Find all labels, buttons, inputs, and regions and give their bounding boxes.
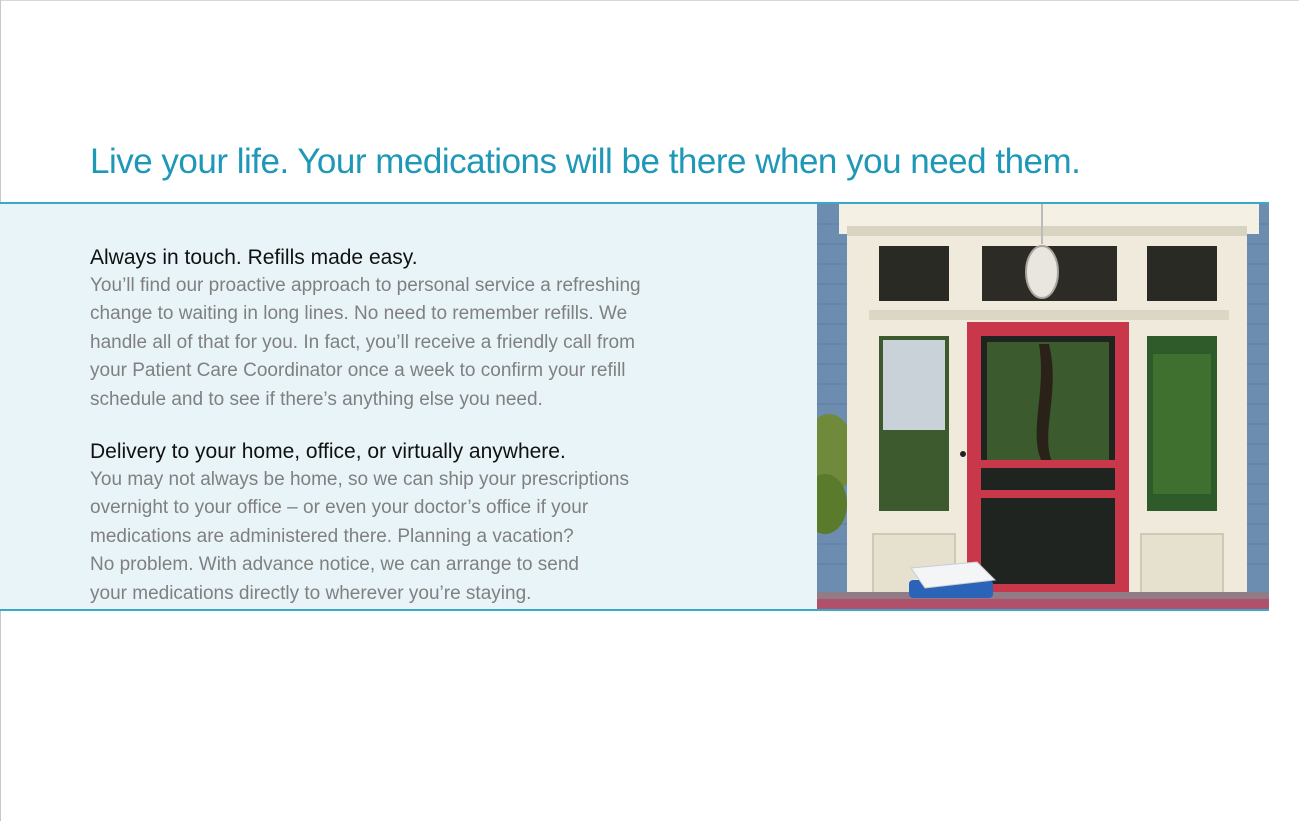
section-line: schedule and to see if there’s anything …	[90, 388, 543, 410]
section-line: You may not always be home, so we can sh…	[90, 469, 629, 491]
section-title: Delivery to your home, office, or virtua…	[90, 440, 566, 464]
text-column: Always in touch. Refills made easy. You’…	[90, 244, 810, 608]
section-line: change to waiting in long lines. No need…	[90, 303, 628, 325]
porch-door-photo	[817, 204, 1269, 609]
section-line: medications are administered there. Plan…	[90, 525, 574, 547]
section-line: overnight to your office – or even your …	[90, 497, 589, 519]
section-line: You’ll find our proactive approach to pe…	[90, 275, 641, 296]
section-line: your Patient Care Coordinator once a wee…	[90, 360, 626, 382]
section-title: Always in touch. Refills made easy.	[90, 246, 418, 269]
headline: Live your life. Your medications will be…	[90, 142, 1081, 181]
page-border-top	[0, 0, 1299, 1]
section-line: your medications directly to wherever yo…	[90, 582, 532, 604]
section-delivery: Delivery to your home, office, or virtua…	[90, 438, 810, 608]
brochure-page: Live your life. Your medications will be…	[0, 0, 1299, 821]
section-line: No problem. With advance notice, we can …	[90, 554, 579, 576]
section-refills: Always in touch. Refills made easy. You’…	[90, 244, 810, 414]
section-line: handle all of that for you. In fact, you…	[90, 331, 635, 353]
